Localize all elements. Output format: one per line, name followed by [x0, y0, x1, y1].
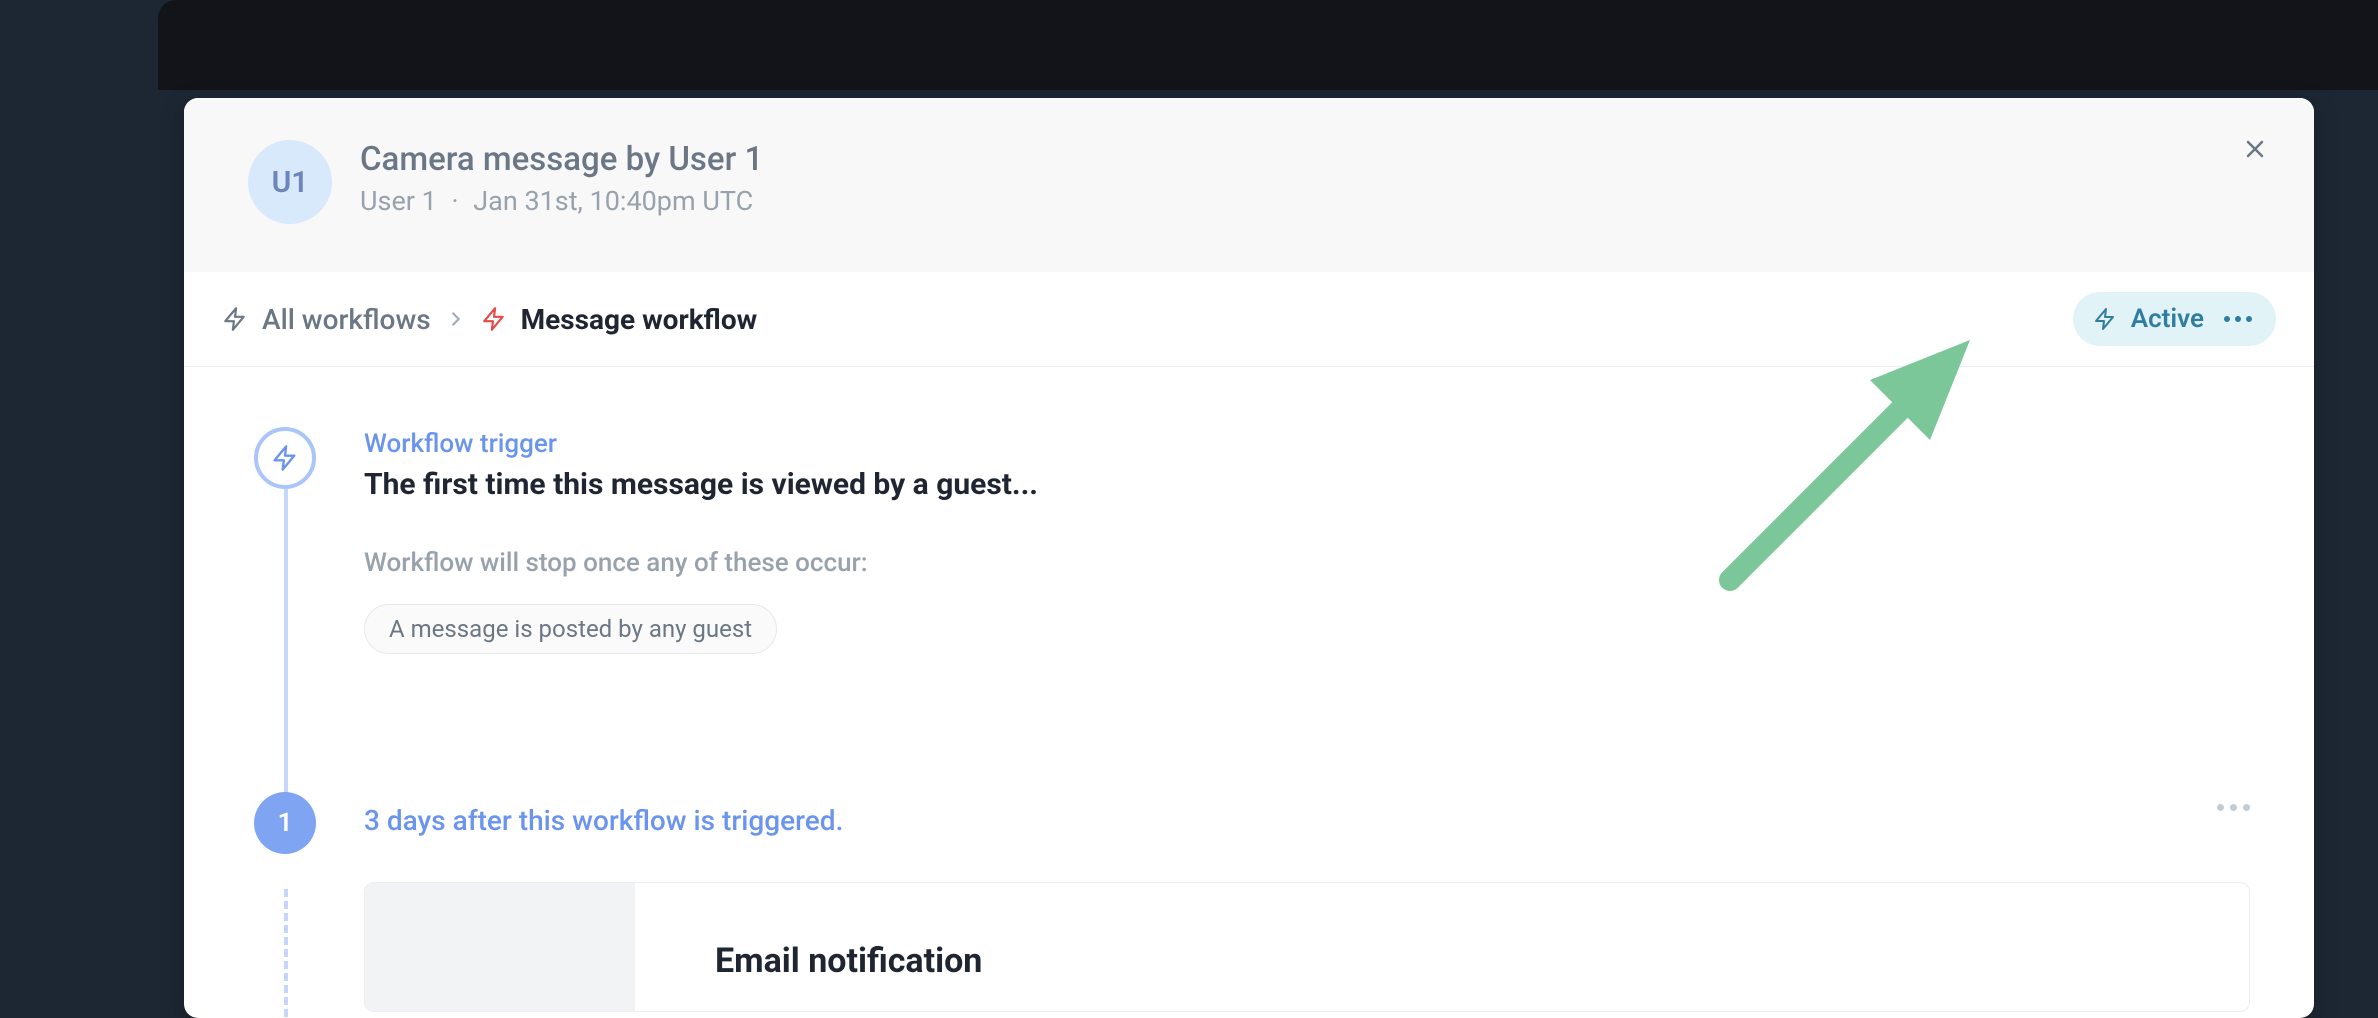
workflow-modal: U1 Camera message by User 1 User 1 · Jan…: [184, 98, 2314, 1018]
timeline-connector-dashed: [284, 889, 288, 1018]
trigger-icon-wrap: [254, 427, 316, 489]
step-number: 1: [278, 808, 293, 838]
close-button[interactable]: [2236, 130, 2274, 168]
page-title: Camera message by User 1: [360, 140, 763, 179]
bolt-icon: [2093, 307, 2117, 331]
step-card[interactable]: Email notification: [364, 882, 2250, 1012]
avatar-initials: U1: [272, 165, 309, 200]
background-panel: [158, 0, 2378, 90]
header-meta: User 1 · Jan 31st, 10:40pm UTC: [360, 185, 763, 217]
close-icon: [2243, 137, 2267, 161]
status-label: Active: [2131, 304, 2204, 334]
stop-condition-pill[interactable]: A message is posted by any guest: [364, 604, 777, 654]
timeline-connector: [284, 489, 288, 827]
more-icon[interactable]: [2224, 316, 2252, 322]
bolt-icon: [481, 306, 507, 332]
bolt-icon: [222, 306, 248, 332]
breadcrumb-bar: All workflows Message workflow Active: [184, 272, 2314, 367]
modal-header: U1 Camera message by User 1 User 1 · Jan…: [184, 98, 2314, 272]
trigger-title: The first time this message is viewed by…: [364, 467, 1038, 502]
step-action-title: Email notification: [715, 941, 2169, 981]
step-node: 1 3 days after this workflow is triggere…: [254, 792, 2250, 854]
breadcrumb-current: Message workflow: [521, 303, 758, 336]
header-author: User 1: [360, 185, 437, 217]
trigger-label: Workflow trigger: [364, 429, 1038, 459]
trigger-node: Workflow trigger The first time this mes…: [254, 427, 2250, 654]
bolt-icon: [271, 444, 299, 472]
chevron-right-icon: [445, 308, 467, 330]
step-more-button[interactable]: [2217, 804, 2250, 811]
workflow-body: Workflow trigger The first time this mes…: [184, 367, 2314, 1012]
card-sidebar: [365, 883, 635, 1011]
step-number-badge: 1: [254, 792, 316, 854]
step-delay-label: 3 days after this workflow is triggered.: [364, 804, 843, 837]
header-timestamp: Jan 31st, 10:40pm UTC: [473, 185, 753, 217]
status-pill[interactable]: Active: [2073, 292, 2276, 346]
avatar: U1: [248, 140, 332, 224]
meta-separator: ·: [451, 185, 458, 217]
breadcrumb-root[interactable]: All workflows: [262, 303, 431, 336]
stop-label: Workflow will stop once any of these occ…: [364, 548, 1038, 578]
